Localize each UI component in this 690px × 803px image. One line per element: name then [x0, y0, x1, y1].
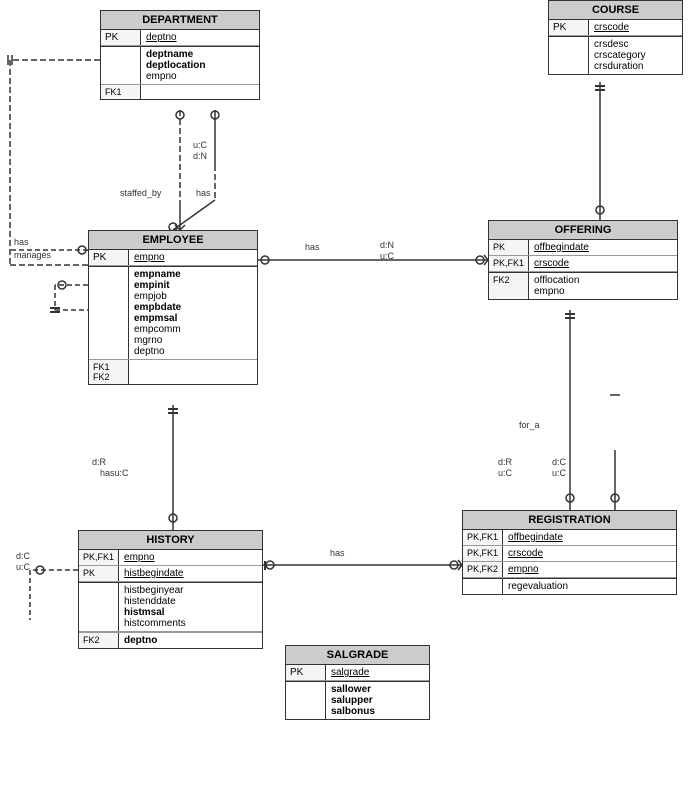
- salgrade-title: SALGRADE: [286, 646, 429, 665]
- hist-pkfk1: PK,FK1: [79, 550, 119, 565]
- department-title: DEPARTMENT: [101, 11, 259, 30]
- dr-label-3: u:C: [16, 562, 30, 572]
- dept-pk-col: PK: [101, 30, 141, 45]
- history-entity: HISTORY PK,FK1 empno PK histbegindate hi…: [78, 530, 263, 649]
- course-crscode: crscode: [589, 20, 634, 35]
- reg-offbegindate: offbegindate: [503, 530, 568, 545]
- course-attrs: crsdesc crscategory crsduration: [589, 37, 651, 74]
- dr-label-1: u:C: [380, 251, 394, 261]
- emp-attrs: empname empinit empjob empbdate empmsal …: [129, 267, 186, 359]
- reg-empty-pk: [463, 579, 503, 594]
- employee-title: EMPLOYEE: [89, 231, 257, 250]
- emp-empno: empno: [129, 250, 170, 265]
- dc-label-1: u:C: [498, 468, 512, 478]
- hist-attrs: histbeginyear histenddate histmsal histc…: [119, 583, 191, 631]
- has-label-3: has: [305, 242, 320, 252]
- dept-empty-pk: [101, 47, 141, 84]
- reg-attrs: regevaluation: [503, 579, 573, 594]
- manages-label: manages: [14, 250, 51, 260]
- emp-pk-col: PK: [89, 250, 129, 265]
- offering-fk2: FK2: [489, 273, 529, 299]
- department-entity: DEPARTMENT PK deptno deptname deptlocati…: [100, 10, 260, 100]
- employee-entity: EMPLOYEE PK empno empname empinit empjob…: [88, 230, 258, 385]
- uc-label-2: d:N: [380, 240, 394, 250]
- sal-attrs: sallower salupper salbonus: [326, 682, 380, 719]
- offering-entity: OFFERING PK offbegindate PK,FK1 crscode …: [488, 220, 678, 300]
- course-pk-col: PK: [549, 20, 589, 35]
- has-label-2: has: [14, 237, 29, 247]
- dn-label-1: d:N: [193, 151, 207, 161]
- history-title: HISTORY: [79, 531, 262, 550]
- reg-empno: empno: [503, 562, 544, 577]
- registration-entity: REGISTRATION PK,FK1 offbegindate PK,FK1 …: [462, 510, 677, 595]
- offering-offbegindate: offbegindate: [529, 240, 594, 255]
- has-label-1: has: [196, 188, 211, 198]
- offering-attrs: offlocation empno: [529, 273, 584, 299]
- hist-pk: PK: [79, 566, 119, 581]
- hasu-label: d:R: [92, 457, 106, 467]
- uc-label-1: u:C: [193, 140, 207, 150]
- reg-pkfk1a: PK,FK1: [463, 530, 503, 545]
- hist-empty-pk: [79, 583, 119, 631]
- offering-title: OFFERING: [489, 221, 677, 240]
- reg-crscode: crscode: [503, 546, 548, 561]
- offering-pk1: PK: [489, 240, 529, 255]
- uc-label-3: d:R: [498, 457, 512, 467]
- dept-deptno: deptno: [141, 30, 182, 45]
- diagram-container: staffed_by has has manages has has for_a…: [0, 0, 690, 803]
- salgrade-entity: SALGRADE PK salgrade sallower salupper s…: [285, 645, 430, 720]
- staffed-by-label: staffed_by: [120, 188, 161, 198]
- hist-empno: empno: [119, 550, 160, 565]
- dr-label-2: u:C: [552, 468, 566, 478]
- for-a-label: for_a: [519, 420, 540, 430]
- course-entity: COURSE PK crscode crsdesc crscategory cr…: [548, 0, 683, 75]
- dc-label-2: hasu:C: [100, 468, 129, 478]
- course-title: COURSE: [549, 1, 682, 20]
- dept-attrs: deptname deptlocation empno: [141, 47, 210, 84]
- reg-pkfk2: PK,FK2: [463, 562, 503, 577]
- uc-label-5: d:C: [16, 551, 30, 561]
- offering-crscode: crscode: [529, 256, 574, 271]
- has-label-4: has: [330, 548, 345, 558]
- sal-empty-pk: [286, 682, 326, 719]
- reg-pkfk1b: PK,FK1: [463, 546, 503, 561]
- sal-salgrade: salgrade: [326, 665, 374, 680]
- course-empty-pk: [549, 37, 589, 74]
- uc-label-4: d:C: [552, 457, 566, 467]
- offering-pkfk1: PK,FK1: [489, 256, 529, 271]
- emp-empty-pk: [89, 267, 129, 359]
- registration-title: REGISTRATION: [463, 511, 676, 530]
- sal-pk-col: PK: [286, 665, 326, 680]
- hist-histbegindate: histbegindate: [119, 566, 189, 581]
